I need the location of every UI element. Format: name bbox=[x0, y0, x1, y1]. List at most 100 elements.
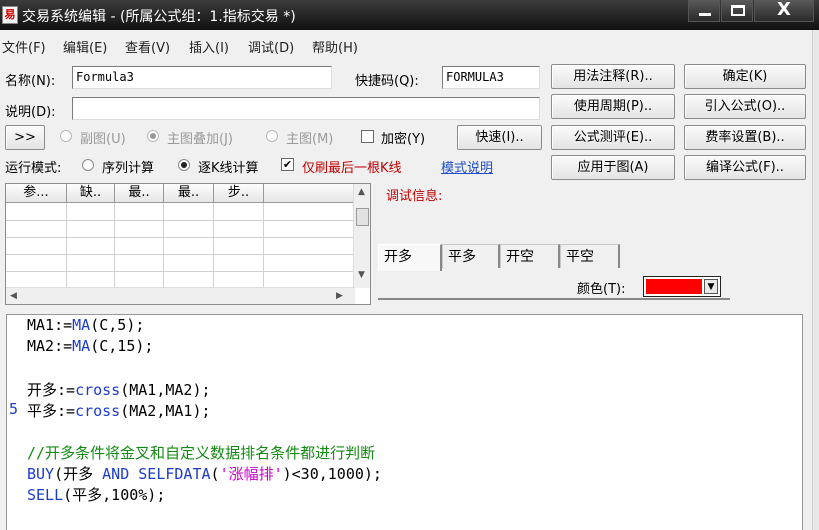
run-mode-label: 运行模式: bbox=[5, 161, 62, 176]
code-token: 开多:= bbox=[27, 381, 76, 399]
sub-chart-radio[interactable] bbox=[60, 130, 72, 142]
color-fill bbox=[646, 279, 702, 294]
scroll-left-icon[interactable]: ◀ bbox=[10, 291, 17, 301]
window-right-edge bbox=[812, 30, 819, 530]
app-icon: 易 bbox=[2, 6, 18, 24]
code-line[interactable]: //开多条件将金叉和自定义数据排名条件都进行判断 bbox=[27, 442, 375, 463]
usage-note-button[interactable]: 用法注释(R).. bbox=[551, 64, 675, 89]
code-token: (MA2,MA1); bbox=[120, 402, 211, 420]
sub-chart-label: 副图(U) bbox=[80, 132, 126, 147]
window-title: 交易系统编辑 - (所属公式组：1.指标交易 *) bbox=[22, 9, 296, 25]
code-line[interactable]: MA1:=MA(C,5); bbox=[27, 316, 144, 334]
scroll-right-icon[interactable]: ▶ bbox=[336, 291, 343, 301]
apply-to-chart-button[interactable]: 应用于图(A) bbox=[551, 155, 675, 180]
line-number-marker: 5 bbox=[9, 400, 19, 418]
code-line[interactable]: BUY(开多 AND SELFDATA('涨幅排')<30,1000); bbox=[27, 463, 382, 484]
minimize-icon bbox=[699, 13, 711, 16]
code-token: )<30,1000); bbox=[282, 465, 382, 483]
expand-button[interactable]: >> bbox=[5, 125, 45, 150]
horizontal-scrollbar[interactable]: ◀ ▶ bbox=[6, 287, 355, 304]
minimize-button[interactable] bbox=[688, 0, 720, 22]
mode-help-link[interactable]: 模式说明 bbox=[441, 157, 493, 176]
grid-line bbox=[6, 237, 354, 238]
tab-close-short[interactable]: 平空 bbox=[560, 244, 620, 268]
sequence-calc-radio[interactable] bbox=[82, 159, 94, 171]
min-col-header[interactable]: 最.. bbox=[115, 184, 164, 203]
code-token: BUY bbox=[27, 465, 55, 483]
color-dropdown[interactable]: ▼ bbox=[643, 276, 721, 297]
use-period-button[interactable]: 使用周期(P).. bbox=[551, 94, 675, 119]
code-token: '涨幅排' bbox=[219, 465, 283, 483]
empty-col-header bbox=[264, 184, 354, 203]
vertical-scrollbar[interactable]: ▲ ▼ bbox=[353, 184, 370, 288]
tab-open-short[interactable]: 开空 bbox=[500, 244, 560, 268]
scroll-down-icon[interactable]: ▼ bbox=[358, 270, 365, 280]
quick-button[interactable]: 快速(I).. bbox=[457, 125, 542, 150]
main-overlay-radio[interactable] bbox=[147, 130, 159, 142]
max-col-header[interactable]: 最.. bbox=[164, 184, 214, 203]
tab-open-long[interactable]: 开多 bbox=[378, 244, 442, 271]
menu-debug[interactable]: 调试(D) bbox=[248, 37, 294, 56]
chevron-down-icon[interactable]: ▼ bbox=[704, 279, 718, 294]
grid-line bbox=[6, 271, 354, 272]
encrypt-label: 加密(Y) bbox=[381, 132, 426, 147]
description-label: 说明(D): bbox=[5, 105, 56, 120]
maximize-icon bbox=[731, 5, 745, 16]
menu-file[interactable]: 文件(F) bbox=[2, 37, 46, 56]
scroll-up-icon[interactable]: ▲ bbox=[358, 187, 365, 197]
formula-test-button[interactable]: 公式测评(E).. bbox=[551, 125, 675, 150]
code-token: SELL bbox=[27, 486, 64, 504]
code-token: ( bbox=[210, 465, 220, 483]
step-col-header[interactable]: 步.. bbox=[214, 184, 264, 203]
shortcut-label: 快捷码(Q): bbox=[355, 74, 419, 89]
code-token: AND SELFDATA bbox=[102, 465, 211, 483]
name-field[interactable]: Formula3 bbox=[72, 66, 332, 89]
debug-info-title: 调试信息: bbox=[386, 189, 443, 204]
encrypt-checkbox[interactable] bbox=[361, 130, 374, 143]
grid-line bbox=[6, 254, 354, 255]
close-button[interactable]: X bbox=[754, 0, 814, 22]
fee-settings-button[interactable]: 费率设置(B).. bbox=[684, 125, 806, 150]
code-token: //开多条件将金叉和自定义数据排名条件都进行判断 bbox=[27, 444, 376, 462]
refresh-last-checkbox[interactable]: ✔ bbox=[281, 158, 294, 171]
shortcut-field[interactable]: FORMULA3 bbox=[442, 66, 540, 89]
code-line[interactable]: 开多:=cross(MA1,MA2); bbox=[27, 379, 211, 400]
code-line[interactable]: SELL(平多,100%); bbox=[27, 484, 165, 505]
grid-line bbox=[163, 203, 164, 289]
param-col-header[interactable]: 参... bbox=[6, 184, 67, 203]
maximize-button[interactable] bbox=[721, 0, 753, 22]
scroll-thumb[interactable] bbox=[356, 208, 369, 226]
import-formula-button[interactable]: 引入公式(O).. bbox=[684, 94, 806, 119]
code-token: cross bbox=[75, 381, 121, 399]
code-token: cross bbox=[75, 402, 121, 420]
code-token: MA2:= bbox=[27, 337, 73, 355]
code-token: MA bbox=[72, 337, 91, 355]
code-token: MA1:= bbox=[27, 316, 73, 334]
main-overlay-label: 主图叠加(J) bbox=[167, 132, 233, 147]
code-line[interactable]: MA2:=MA(C,15); bbox=[27, 337, 153, 355]
per-bar-calc-radio[interactable] bbox=[178, 159, 190, 171]
parameter-table[interactable]: 参... 缺.. 最.. 最.. 步.. ▲ ▼ ◀ ▶ bbox=[5, 183, 371, 305]
title-bar[interactable]: 易 交易系统编辑 - (所属公式组：1.指标交易 *) X bbox=[0, 0, 819, 30]
main-chart-radio[interactable] bbox=[266, 130, 278, 142]
default-col-header[interactable]: 缺.. bbox=[67, 184, 115, 203]
confirm-button[interactable]: 确定(K) bbox=[684, 64, 806, 89]
code-editor[interactable]: 5 MA1:=MA(C,5); MA2:=MA(C,15); 开多:=cross(M… bbox=[6, 314, 803, 530]
code-token: (C,5); bbox=[90, 316, 145, 334]
menu-insert[interactable]: 插入(I) bbox=[189, 37, 229, 56]
menu-view[interactable]: 查看(V) bbox=[125, 37, 170, 56]
tab-close-long[interactable]: 平多 bbox=[442, 244, 500, 268]
code-line[interactable]: 平多:=cross(MA2,MA1); bbox=[27, 400, 211, 421]
code-token: (MA1,MA2); bbox=[120, 381, 211, 399]
code-token: (C,15); bbox=[90, 337, 154, 355]
compile-formula-button[interactable]: 编译公式(F).. bbox=[684, 155, 806, 180]
sequence-calc-label: 序列计算 bbox=[102, 161, 155, 176]
name-label: 名称(N): bbox=[5, 74, 56, 89]
menu-edit[interactable]: 编辑(E) bbox=[63, 37, 107, 56]
description-field[interactable] bbox=[72, 97, 540, 120]
grid-line bbox=[263, 203, 264, 289]
per-bar-calc-label: 逐K线计算 bbox=[198, 161, 259, 176]
menu-help[interactable]: 帮助(H) bbox=[312, 37, 358, 56]
code-token: MA bbox=[72, 316, 91, 334]
menu-bar: 文件(F) 编辑(E) 查看(V) 插入(I) 调试(D) 帮助(H) bbox=[0, 34, 819, 56]
